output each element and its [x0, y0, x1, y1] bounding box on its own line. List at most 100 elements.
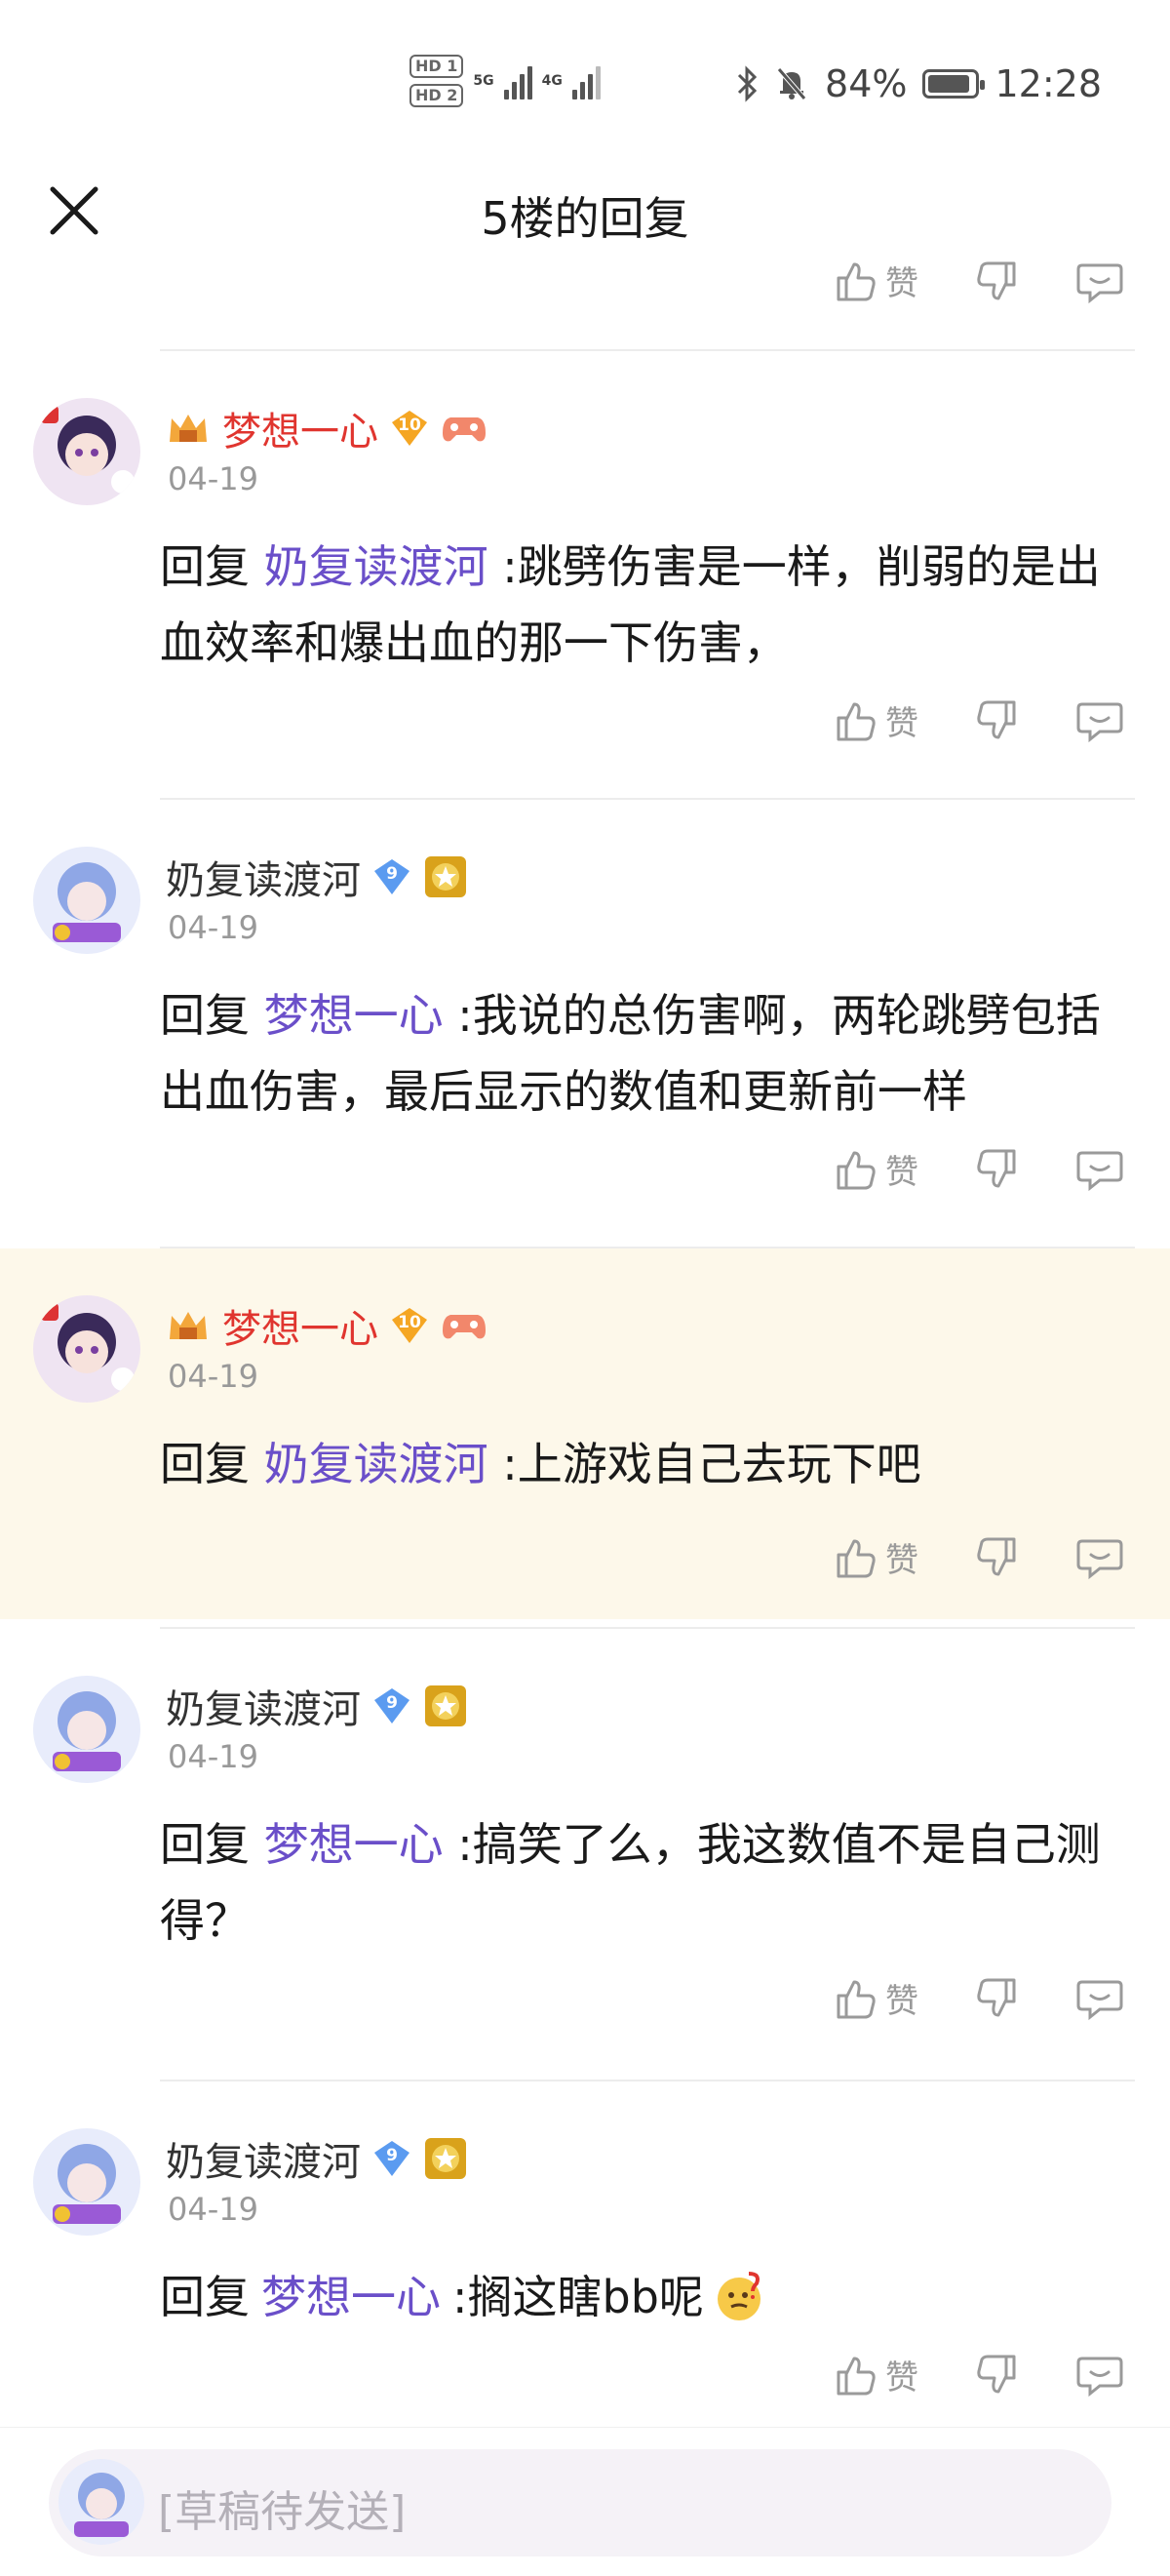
thumbs-up-icon: [837, 2357, 876, 2395]
username[interactable]: 梦想一心: [222, 1297, 378, 1354]
hd2-badge: HD 2: [410, 84, 464, 107]
crown-icon: [170, 415, 207, 442]
sim-indicators: HD 1 HD 2 5G 4G: [410, 55, 601, 107]
reply-actions: 赞: [833, 2351, 1123, 2398]
thumbs-down-icon[interactable]: [975, 1535, 1020, 1580]
reply-content: 回复 梦想一心 :搞笑了么，我这数值不是自己测得？: [160, 1806, 1125, 1959]
level-badge: 9: [372, 2139, 411, 2178]
like-button[interactable]: 赞: [833, 1533, 918, 1581]
like-button[interactable]: 赞: [833, 1974, 918, 2022]
like-button[interactable]: 赞: [833, 696, 918, 744]
like-label: 赞: [885, 264, 918, 303]
level-badge: 10: [390, 409, 429, 448]
bluetooth-icon: [737, 65, 758, 102]
like-label: 赞: [885, 1153, 918, 1192]
mention-link[interactable]: 梦想一心: [264, 989, 444, 1042]
signal-bars-icon: [503, 62, 532, 99]
mention-link[interactable]: 奶复读渡河: [264, 540, 488, 593]
thumbs-down-icon[interactable]: [975, 1147, 1020, 1192]
reply-content: 回复 梦想一心 :搁这瞎bb呢: [160, 2259, 1125, 2335]
thumbs-up-icon: [837, 1980, 876, 2018]
like-label: 赞: [885, 1541, 918, 1580]
reply-prefix: 回复: [160, 1818, 250, 1871]
reply-prefix: 回复: [160, 1438, 250, 1490]
reply-item-highlighted: 梦想一心 10 04-19 回复 奶复读渡河 :上游戏自己去玩下吧 赞: [0, 1248, 1170, 1619]
thumbs-up-icon: [837, 702, 876, 740]
reply-actions: 赞: [833, 696, 1123, 744]
comment-icon[interactable]: [1076, 2353, 1123, 2398]
network-5g-label: 5G: [473, 73, 494, 89]
avatar[interactable]: [33, 398, 140, 505]
reply-item: 奶复读渡河 9 04-19 回复 梦想一心 :搞笑了么，我这数值不是自己测得？ …: [0, 1629, 1170, 2078]
header-bar: 5楼的回复: [0, 156, 1170, 263]
reply-prefix: 回复: [160, 989, 250, 1042]
comment-icon[interactable]: [1076, 1535, 1123, 1580]
avatar[interactable]: [33, 847, 140, 954]
mention-link[interactable]: 梦想一心: [261, 2259, 441, 2335]
crown-icon: [170, 1312, 207, 1339]
avatar[interactable]: [33, 2128, 140, 2236]
like-button[interactable]: 赞: [833, 1145, 918, 1193]
comment-icon[interactable]: [1076, 698, 1123, 743]
mention-link[interactable]: 梦想一心: [264, 1818, 444, 1871]
partial-action-row: 赞: [833, 256, 1123, 304]
thumbs-down-icon[interactable]: [975, 698, 1020, 743]
like-label: 赞: [885, 704, 918, 743]
gamepad-icon: [443, 1315, 486, 1339]
thumbs-down-icon[interactable]: [975, 1976, 1020, 2021]
my-avatar: [58, 2459, 144, 2545]
reply-date: 04-19: [168, 460, 258, 497]
reply-date: 04-19: [168, 909, 258, 946]
username[interactable]: 梦想一心: [222, 400, 378, 456]
reply-input[interactable]: [草稿待发送]: [49, 2449, 1112, 2556]
reply-item: 梦想一心 10 04-19 回复 奶复读渡河 :跳劈伤害是一样，削弱的是出血效率…: [0, 351, 1170, 800]
like-label: 赞: [885, 2358, 918, 2398]
like-button[interactable]: 赞: [833, 257, 918, 304]
medal-icon: [425, 856, 466, 897]
reply-prefix: 回复: [160, 2271, 250, 2323]
reply-date: 04-19: [168, 2191, 258, 2228]
reply-item: 奶复读渡河 9 04-19 回复 梦想一心 :搁这瞎bb呢 赞: [0, 2081, 1170, 2427]
reply-date: 04-19: [168, 1738, 258, 1775]
like-button[interactable]: 赞: [833, 2351, 918, 2398]
mention-link[interactable]: 奶复读渡河: [264, 1438, 488, 1490]
level-badge: 9: [372, 857, 411, 896]
username[interactable]: 奶复读渡河: [166, 2130, 361, 2187]
battery-icon: [922, 69, 986, 99]
reply-content: 回复 奶复读渡河 :跳劈伤害是一样，削弱的是出血效率和爆出血的那一下伤害，: [160, 529, 1125, 681]
thumbs-up-icon: [837, 1151, 876, 1189]
mute-bell-icon: [777, 67, 806, 100]
reply-text: :上游戏自己去玩下吧: [502, 1438, 921, 1490]
username[interactable]: 奶复读渡河: [166, 1678, 361, 1734]
gamepad-icon: [443, 417, 486, 442]
reply-item: 奶复读渡河 9 04-19 回复 梦想一心 :我说的总伤害啊，两轮跳劈包括出血伤…: [0, 800, 1170, 1248]
like-label: 赞: [885, 1982, 918, 2021]
thumbs-up-icon: [837, 1539, 876, 1577]
reply-text: :搁这瞎bb呢: [452, 2271, 704, 2323]
network-4g-label: 4G: [541, 73, 563, 89]
level-badge: 10: [390, 1306, 429, 1345]
thinking-emoji-icon: [717, 2272, 760, 2320]
battery-percent: 84%: [825, 62, 908, 105]
page-title: 5楼的回复: [481, 192, 689, 245]
medal-icon: [425, 2138, 466, 2179]
medal-icon: [425, 1685, 466, 1726]
avatar[interactable]: [33, 1295, 140, 1403]
thumbs-up-icon: [837, 262, 876, 300]
reply-prefix: 回复: [160, 540, 250, 593]
username[interactable]: 奶复读渡河: [166, 849, 361, 905]
comment-icon[interactable]: [1076, 1147, 1123, 1192]
comment-icon[interactable]: [1076, 259, 1123, 304]
reply-actions: 赞: [833, 1533, 1123, 1581]
reply-actions: 赞: [833, 1145, 1123, 1193]
thumbs-down-icon[interactable]: [975, 259, 1020, 304]
thumbs-down-icon[interactable]: [975, 2353, 1020, 2398]
clock-time: 12:28: [994, 62, 1102, 105]
reply-composer-bar: [草稿待发送]: [0, 2427, 1170, 2576]
reply-input-placeholder: [草稿待发送]: [158, 2487, 407, 2537]
avatar[interactable]: [33, 1676, 140, 1783]
signal-bars-icon-2: [571, 62, 601, 99]
reply-date: 04-19: [168, 1358, 258, 1395]
reply-content: 回复 梦想一心 :我说的总伤害啊，两轮跳劈包括出血伤害，最后显示的数值和更新前一…: [160, 977, 1125, 1129]
comment-icon[interactable]: [1076, 1976, 1123, 2021]
